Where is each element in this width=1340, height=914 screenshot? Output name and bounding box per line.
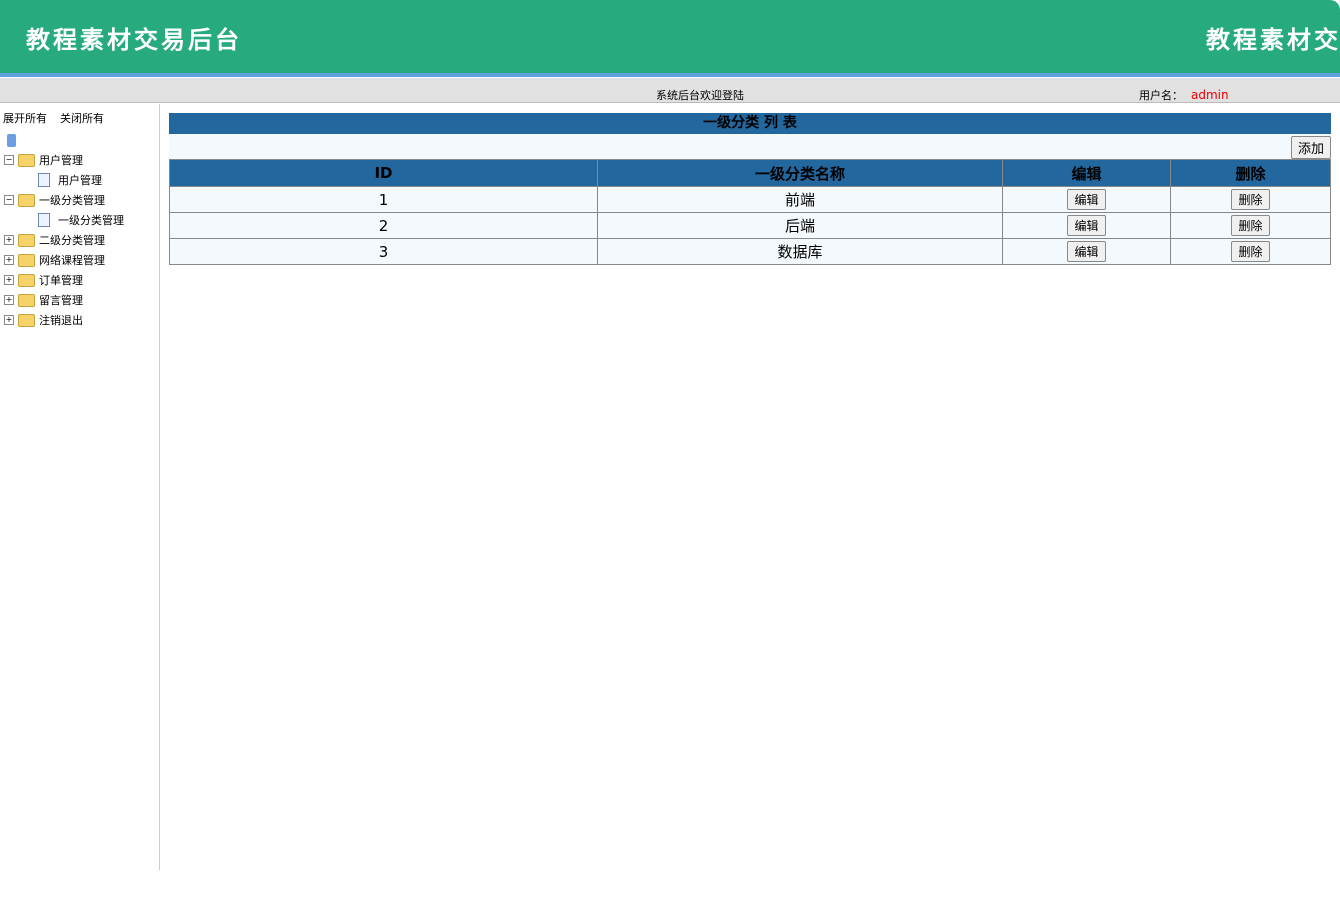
col-id: ID xyxy=(169,159,598,187)
minus-icon[interactable]: − xyxy=(4,195,14,205)
sidebar-item-label: 一级分类管理 xyxy=(39,194,105,207)
plus-icon[interactable]: + xyxy=(4,295,14,305)
sidebar-subitem[interactable]: 一级分类管理 xyxy=(4,210,124,230)
sidebar-item-label: 用户管理 xyxy=(39,154,83,167)
delete-button[interactable]: 删除 xyxy=(1231,241,1270,262)
expand-all-link[interactable]: 展开所有 xyxy=(3,110,47,126)
folder-icon xyxy=(18,253,35,267)
minus-icon[interactable]: − xyxy=(4,155,14,165)
cell-name: 前端 xyxy=(597,186,1003,213)
sidebar-item-label: 留言管理 xyxy=(39,294,83,307)
computer-icon xyxy=(4,130,124,150)
edit-button[interactable]: 编辑 xyxy=(1067,189,1106,210)
plus-icon[interactable]: + xyxy=(4,315,14,325)
folder-icon xyxy=(18,273,35,287)
user-info: 用户名： admin xyxy=(1139,87,1229,103)
edit-button[interactable]: 编辑 xyxy=(1067,241,1106,262)
folder-icon xyxy=(18,193,35,207)
col-name: 一级分类名称 xyxy=(597,159,1003,187)
app-title: 教程素材交易后台 xyxy=(26,25,242,54)
cell-id: 2 xyxy=(169,212,598,239)
divider xyxy=(0,73,1340,77)
user-label: 用户名： xyxy=(1139,89,1183,102)
sidebar-item[interactable]: + 留言管理 xyxy=(4,290,124,310)
sidebar-subitem-label: 用户管理 xyxy=(58,174,102,187)
delete-button[interactable]: 删除 xyxy=(1231,215,1270,236)
sidebar-item-label: 订单管理 xyxy=(39,274,83,287)
cell-id: 1 xyxy=(169,186,598,213)
page-icon xyxy=(38,213,50,227)
folder-icon xyxy=(18,153,35,167)
top-bar: 系统后台欢迎登陆 用户名： admin xyxy=(0,78,1340,103)
delete-button[interactable]: 删除 xyxy=(1231,189,1270,210)
welcome-text: 系统后台欢迎登陆 xyxy=(656,89,744,102)
marquee-title: 教程素材交易后台 xyxy=(1206,25,1340,54)
sidebar-item-label: 注销退出 xyxy=(39,314,83,327)
sidebar-item[interactable]: + 注销退出 xyxy=(4,310,124,330)
sidebar-item[interactable]: − 用户管理 xyxy=(4,150,124,170)
sidebar-item[interactable]: + 二级分类管理 xyxy=(4,230,124,250)
header: 教程素材交易后台 教程素材交易后台 xyxy=(0,0,1340,73)
page-icon xyxy=(38,173,50,187)
folder-icon xyxy=(18,293,35,307)
cell-name: 数据库 xyxy=(597,238,1003,265)
plus-icon[interactable]: + xyxy=(4,255,14,265)
table-row: 3 数据库 编辑 删除 xyxy=(169,238,1331,265)
sidebar-item[interactable]: + 网络课程管理 xyxy=(4,250,124,270)
folder-icon xyxy=(18,233,35,247)
collapse-all-link[interactable]: 关闭所有 xyxy=(60,110,104,126)
main-content: 一级分类 列 表 添加 ID 一级分类名称 编辑 删除 1 前端 编辑 删除 2 后端 编辑… xyxy=(169,113,1331,265)
sidebar-subitem-label: 一级分类管理 xyxy=(58,214,124,227)
col-delete: 删除 xyxy=(1170,159,1331,187)
category-table: ID 一级分类名称 编辑 删除 1 前端 编辑 删除 2 后端 编辑 删除 3 数据库 编辑 删除 xyxy=(169,159,1331,265)
sidebar-item[interactable]: − 一级分类管理 xyxy=(4,190,124,210)
table-row: 2 后端 编辑 删除 xyxy=(169,212,1331,239)
sidebar-item[interactable]: + 订单管理 xyxy=(4,270,124,290)
user-name: admin xyxy=(1191,88,1229,102)
nav-tree: − 用户管理 用户管理 − 一级分类管理 一级分类管理 + 二级分类管理 + 网络课程管理 + 订单管… xyxy=(4,130,124,330)
col-edit: 编辑 xyxy=(1002,159,1171,187)
edit-button[interactable]: 编辑 xyxy=(1067,215,1106,236)
cell-id: 3 xyxy=(169,238,598,265)
sidebar: 展开所有 关闭所有 − 用户管理 用户管理 − 一级分类管理 一级分类管理 + 二级分类管理 +… xyxy=(0,104,160,870)
plus-icon[interactable]: + xyxy=(4,235,14,245)
sidebar-subitem[interactable]: 用户管理 xyxy=(4,170,124,190)
sidebar-item-label: 二级分类管理 xyxy=(39,234,105,247)
table-row: 1 前端 编辑 删除 xyxy=(169,186,1331,213)
folder-icon xyxy=(18,313,35,327)
sidebar-item-label: 网络课程管理 xyxy=(39,254,105,267)
plus-icon[interactable]: + xyxy=(4,275,14,285)
page-title: 一级分类 列 表 xyxy=(169,113,1331,134)
add-button[interactable]: 添加 xyxy=(1290,136,1331,159)
cell-name: 后端 xyxy=(597,212,1003,239)
